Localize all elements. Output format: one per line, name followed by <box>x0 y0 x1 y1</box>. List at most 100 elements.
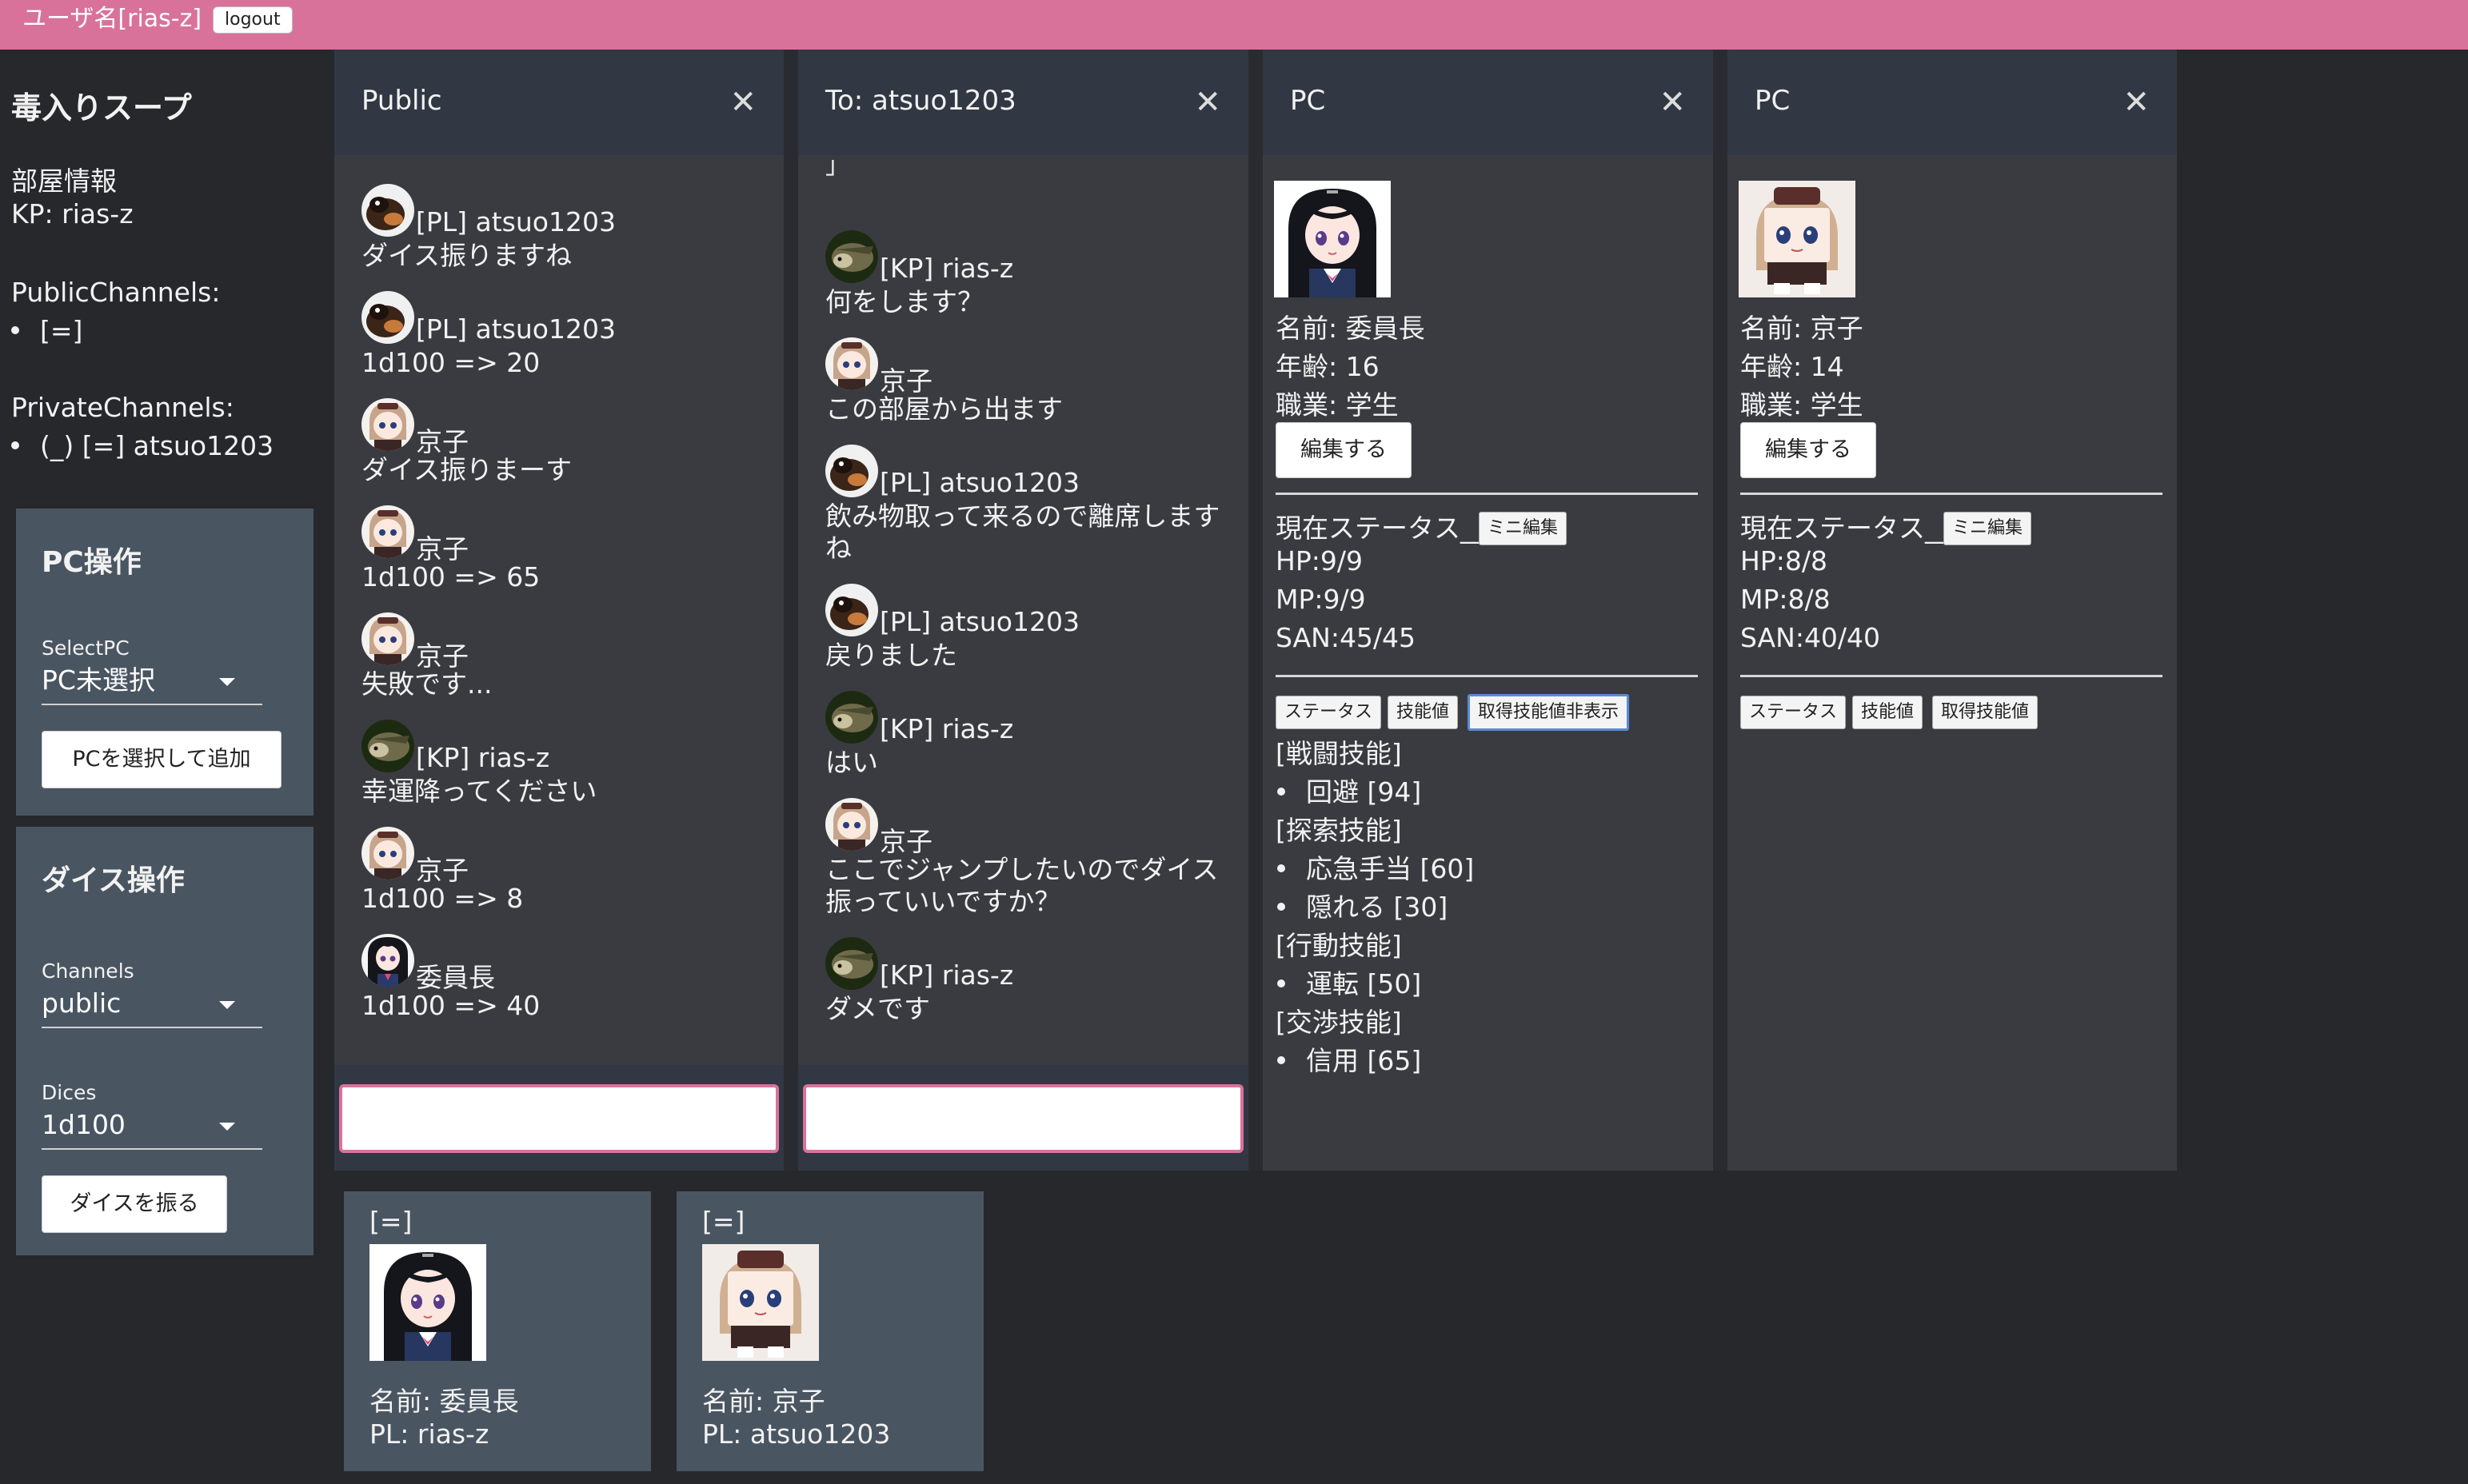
dices-dropdown[interactable]: 1d100 <box>42 1105 262 1150</box>
chat-message: 京子 ダイス振りまーす <box>361 398 572 486</box>
message-text: 1d100 => 40 <box>361 990 541 1021</box>
avatar <box>361 827 414 880</box>
avatar <box>361 184 414 237</box>
mini-edit-button[interactable]: ミニ編集 <box>1479 512 1567 545</box>
dice-operation-title: ダイス操作 <box>42 864 185 897</box>
pc-operation-panel: PC操作 SelectPC PC未選択 PCを選択して追加 <box>16 509 313 816</box>
message-text: はい <box>825 747 878 778</box>
room-info-heading: 部屋情報 <box>11 166 117 197</box>
column-title: PC <box>1290 85 1326 117</box>
skill-category-combat: [戦闘技能] <box>1276 738 1402 769</box>
character-card[interactable]: [=] 名前: 委員長 PL: rias-z <box>344 1191 651 1471</box>
divider <box>1276 493 1698 495</box>
chat-message: [PL] atsuo1203 1d100 => 20 <box>361 291 616 379</box>
tab-skills[interactable]: 技能値 <box>1852 696 1923 729</box>
public-channel-item[interactable]: [=] <box>11 315 82 346</box>
message-text: 飲み物取って来るので離席します <box>825 501 1220 532</box>
character-card[interactable]: [=] 名前: 京子 PL: atsuo1203 <box>677 1191 984 1471</box>
message-text: ね <box>825 533 852 564</box>
message-text: 戻りました <box>825 640 957 671</box>
mini-edit-button[interactable]: ミニ編集 <box>1943 512 2032 545</box>
dice-operation-panel: ダイス操作 Channels public Dices 1d100 ダイスを振る <box>16 827 313 1255</box>
message-author: 京子 <box>416 533 469 564</box>
avatar <box>361 505 414 558</box>
column-divider <box>784 50 798 1171</box>
pc-hp: HP:8/8 <box>1740 545 1827 576</box>
message-list: 」 [KP] rias-z 何をします？ 京子 この部屋から出ます [PL] a… <box>798 155 1248 1115</box>
avatar <box>825 691 878 744</box>
tab-hide-acquired-skills[interactable]: 取得技能値非表示 <box>1468 694 1630 731</box>
select-pc-label: SelectPC <box>42 636 130 660</box>
skill-item: 信用 [65] <box>1276 1039 1421 1078</box>
message-author: [KP] rias-z <box>880 959 1014 991</box>
chat-input[interactable] <box>339 1084 779 1153</box>
card-tag: [=] <box>369 1206 413 1237</box>
chat-message: 京子 1d100 => 8 <box>361 827 523 915</box>
chat-message: [PL] atsuo1203 ダイス振りますね <box>361 184 616 272</box>
edit-pc-button[interactable]: 編集する <box>1740 422 1876 478</box>
public-chat-column: Public ✕ [PL] atsuo1203 ダイス振りますね [PL] at… <box>334 50 784 1171</box>
chat-message: [KP] rias-z 幸運降ってください <box>361 720 597 808</box>
private-channels-heading: PrivateChannels: <box>11 392 234 423</box>
avatar <box>361 934 414 987</box>
top-bar: ユーザ名[rias-z] logout <box>0 0 2468 50</box>
kp-label: KP: rias-z <box>11 198 134 229</box>
chat-message: 委員長 1d100 => 40 <box>361 934 540 1022</box>
close-icon[interactable]: ✕ <box>1194 86 1221 118</box>
divider <box>1740 675 2162 677</box>
dices-label: Dices <box>42 1081 97 1104</box>
bullet-icon <box>11 325 19 334</box>
column-header: PC ✕ <box>1263 50 1713 155</box>
logout-button[interactable]: logout <box>213 6 293 34</box>
chat-message: [PL] atsuo1203 戻りました <box>825 584 1080 672</box>
column-divider <box>1713 50 1727 1171</box>
tab-status[interactable]: ステータス <box>1276 696 1382 729</box>
avatar <box>361 398 414 451</box>
close-icon[interactable]: ✕ <box>729 86 757 118</box>
channels-dropdown[interactable]: public <box>42 983 262 1028</box>
pc-mp: MP:8/8 <box>1740 584 1831 615</box>
close-icon[interactable]: ✕ <box>1659 86 1686 118</box>
roll-dice-button[interactable]: ダイスを振る <box>42 1175 227 1233</box>
pc-column-kyoko: PC ✕ 名前: 京子 年齢: 14 職業: 学生 編集する 現在ステータス__… <box>1727 50 2177 1171</box>
add-pc-button[interactable]: PCを選択して追加 <box>42 731 282 788</box>
skill-category-negotiation: [交渉技能] <box>1276 1007 1402 1038</box>
bullet-icon <box>1277 902 1285 911</box>
pc-job: 職業: 学生 <box>1740 389 1863 421</box>
chevron-down-icon <box>219 1001 235 1009</box>
message-author: [KP] rias-z <box>880 253 1014 284</box>
pc-san: SAN:40/40 <box>1740 622 1881 653</box>
message-text: 幸運降ってください <box>361 776 597 807</box>
divider <box>1276 675 1698 677</box>
avatar <box>825 584 878 636</box>
message-author: [PL] atsuo1203 <box>416 206 616 237</box>
avatar <box>825 230 878 283</box>
tab-acquired-skills[interactable]: 取得技能値 <box>1932 696 2039 729</box>
edit-pc-button[interactable]: 編集する <box>1276 422 1412 478</box>
public-channel-label: [=] <box>40 315 83 346</box>
message-author: 委員長 <box>416 962 495 993</box>
column-title: To: atsuo1203 <box>825 85 1016 117</box>
tab-skills[interactable]: 技能値 <box>1388 696 1459 729</box>
private-channel-item[interactable]: (_) [=] atsuo1203 <box>11 430 274 461</box>
chat-message: 京子 1d100 => 65 <box>361 505 540 593</box>
character-portrait <box>1274 181 1391 297</box>
message-author: 京子 <box>416 855 469 886</box>
room-title: 毒入りスープ <box>11 90 192 126</box>
close-icon[interactable]: ✕ <box>2123 86 2150 118</box>
message-text: 1d100 => 20 <box>361 347 541 378</box>
avatar <box>825 445 878 497</box>
character-portrait <box>369 1244 486 1361</box>
pc-name: 名前: 委員長 <box>1276 313 1425 344</box>
tab-status[interactable]: ステータス <box>1740 696 1847 729</box>
message-text: 1d100 => 65 <box>361 561 541 592</box>
pc-operation-title: PC操作 <box>42 546 142 579</box>
select-pc-dropdown[interactable]: PC未選択 <box>42 660 262 705</box>
message-author: [PL] atsuo1203 <box>416 313 616 345</box>
chat-input[interactable] <box>803 1084 1244 1153</box>
channels-value: public <box>42 987 122 1019</box>
avatar <box>361 291 414 344</box>
status-heading: 現在ステータス__ <box>1740 513 1951 544</box>
divider <box>1740 493 2162 495</box>
column-header: To: atsuo1203 ✕ <box>798 50 1248 155</box>
